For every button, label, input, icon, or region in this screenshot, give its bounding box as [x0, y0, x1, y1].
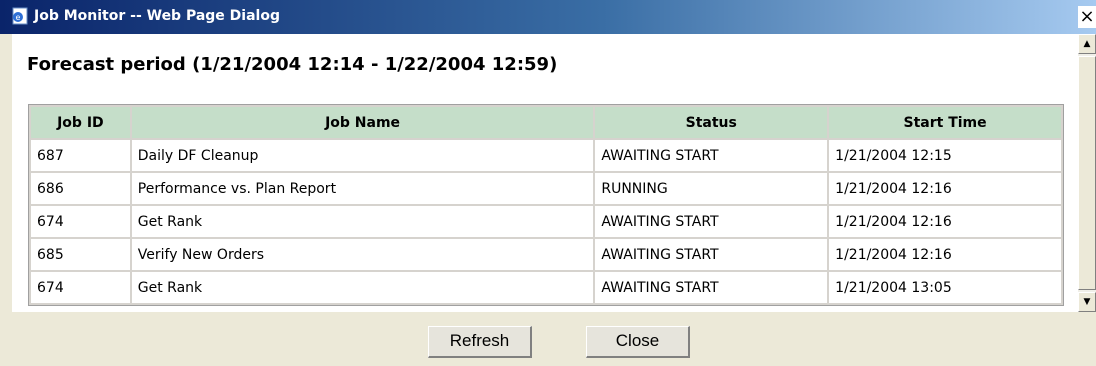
table-row: 674 Get Rank AWAITING START 1/21/2004 12…	[31, 206, 1061, 237]
start-time-cell: 1/21/2004 12:15	[829, 140, 1061, 171]
job-id-cell: 687	[31, 140, 130, 171]
job-name-cell: Performance vs. Plan Report	[131, 173, 594, 204]
close-window-button[interactable]: ×	[1078, 6, 1096, 28]
job-id-cell: 674	[31, 206, 130, 237]
dialog-window: e Job Monitor -- Web Page Dialog × Forec…	[0, 0, 1096, 366]
job-id-cell: 674	[31, 272, 130, 303]
column-header-start-time: Start Time	[829, 107, 1061, 138]
window-title: Job Monitor -- Web Page Dialog	[34, 8, 280, 24]
job-name-cell: Get Rank	[131, 272, 594, 303]
status-cell: AWAITING START	[595, 272, 828, 303]
job-id-cell: 686	[31, 173, 130, 204]
title-bar: e Job Monitor -- Web Page Dialog	[0, 0, 1096, 34]
column-header-job-name: Job Name	[131, 107, 594, 138]
close-button[interactable]: Close	[586, 326, 690, 358]
column-header-status: Status	[595, 107, 828, 138]
start-time-cell: 1/21/2004 13:05	[829, 272, 1061, 303]
status-cell: AWAITING START	[595, 206, 828, 237]
start-time-cell: 1/21/2004 12:16	[829, 206, 1061, 237]
start-time-cell: 1/21/2004 12:16	[829, 173, 1061, 204]
vertical-scrollbar[interactable]: ▲ ▼	[1078, 34, 1096, 312]
refresh-button[interactable]: Refresh	[428, 326, 532, 358]
column-header-job-id: Job ID	[31, 107, 130, 138]
svg-text:e: e	[16, 13, 21, 22]
start-time-cell: 1/21/2004 12:16	[829, 239, 1061, 270]
dialog-footer: Refresh Close	[0, 312, 1096, 366]
forecast-period-heading: Forecast period (1/21/2004 12:14 - 1/22/…	[27, 54, 558, 75]
status-cell: AWAITING START	[595, 140, 828, 171]
scroll-down-arrow-icon[interactable]: ▼	[1078, 292, 1096, 312]
table-row: 686 Performance vs. Plan Report RUNNING …	[31, 173, 1061, 204]
status-cell: RUNNING	[595, 173, 828, 204]
job-id-cell: 685	[31, 239, 130, 270]
scrollbar-thumb[interactable]	[1078, 56, 1096, 290]
table-row: 674 Get Rank AWAITING START 1/21/2004 13…	[31, 272, 1061, 303]
table-header-row: Job ID Job Name Status Start Time	[31, 107, 1061, 138]
ie-page-icon: e	[12, 7, 28, 25]
job-name-cell: Verify New Orders	[131, 239, 594, 270]
jobs-table: Job ID Job Name Status Start Time 687 Da…	[28, 104, 1064, 306]
scroll-up-arrow-icon[interactable]: ▲	[1078, 34, 1096, 54]
table-row: 685 Verify New Orders AWAITING START 1/2…	[31, 239, 1061, 270]
content-area: Forecast period (1/21/2004 12:14 - 1/22/…	[12, 34, 1078, 312]
status-cell: AWAITING START	[595, 239, 828, 270]
job-name-cell: Get Rank	[131, 206, 594, 237]
job-name-cell: Daily DF Cleanup	[131, 140, 594, 171]
table-row: 687 Daily DF Cleanup AWAITING START 1/21…	[31, 140, 1061, 171]
